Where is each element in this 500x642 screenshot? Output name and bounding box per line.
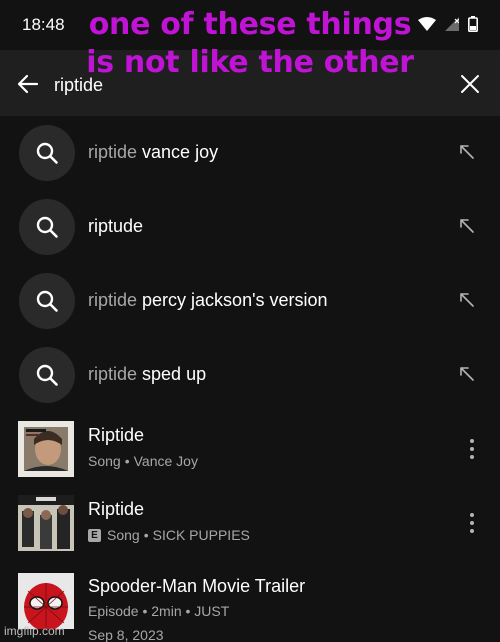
search-icon-badge [19, 125, 75, 181]
album-art-image [18, 421, 74, 477]
back-button[interactable] [14, 70, 42, 98]
suggestion-completion: percy jackson's version [137, 290, 328, 310]
dot [470, 521, 474, 525]
result-date: Sep 8, 2023 [88, 627, 164, 642]
dot [470, 529, 474, 533]
episode-art-image [18, 573, 74, 629]
suggestion-query-part: riptide [88, 290, 138, 310]
result-subtitle: Song • Vance Joy [88, 453, 198, 469]
suggestion-completion: riptude [88, 216, 144, 236]
suggestion-item[interactable]: riptide sped up [0, 338, 500, 412]
search-icon [36, 216, 58, 238]
album-art-thumbnail [18, 421, 74, 477]
album-art-thumbnail [18, 495, 74, 551]
song-result-item[interactable]: Riptide Song • Vance Joy [0, 421, 500, 495]
result-subtitle: Episode • 2min • JUST [88, 603, 230, 619]
more-options-button[interactable] [462, 509, 482, 537]
result-title: Riptide [88, 499, 145, 519]
search-icon [36, 142, 58, 164]
dot [470, 439, 474, 443]
explicit-badge: E [88, 528, 101, 542]
clear-search-button[interactable] [456, 70, 484, 98]
arrow-up-left-icon [460, 145, 474, 159]
search-icon [36, 290, 58, 312]
arrow-up-left-icon [460, 293, 474, 307]
suggestion-text: riptide vance joy [88, 142, 218, 163]
status-time: 18:48 [22, 15, 65, 34]
result-artist: Vance Joy [133, 453, 198, 469]
episode-result-item[interactable]: Spooder-Man Movie Trailer Episode • 2min… [0, 569, 500, 642]
wifi-icon [418, 17, 436, 31]
separator-dot: • [143, 527, 149, 543]
search-input[interactable] [54, 72, 434, 98]
separator-dot: • [124, 453, 130, 469]
search-icon-badge [19, 273, 75, 329]
fill-query-button[interactable] [454, 287, 480, 313]
arrow-up-left-icon [460, 219, 474, 233]
arrow-left-icon [17, 74, 39, 94]
imgflip-watermark: imgflip.com [4, 624, 65, 638]
suggestion-completion: sped up [137, 364, 207, 384]
dot [470, 447, 474, 451]
search-icon-badge [19, 347, 75, 403]
more-options-button[interactable] [462, 435, 482, 463]
system-icons [418, 16, 478, 32]
fill-query-button[interactable] [454, 213, 480, 239]
suggestion-text: riptide percy jackson's version [88, 290, 328, 311]
fill-query-button[interactable] [454, 139, 480, 165]
suggestion-item[interactable]: riptude [0, 190, 500, 264]
suggestion-text: riptide sped up [88, 364, 206, 385]
suggestion-item[interactable]: riptide vance joy [0, 116, 500, 190]
result-type: Song [88, 453, 121, 469]
suggestion-text: riptude [88, 216, 143, 237]
search-header [0, 50, 500, 116]
search-icon [36, 364, 58, 386]
close-icon [461, 75, 479, 93]
result-artist: SICK PUPPIES [152, 527, 250, 543]
suggestion-query-part: riptide [88, 142, 138, 162]
suggestion-item[interactable]: riptide percy jackson's version [0, 264, 500, 338]
suggestion-completion: vance joy [137, 142, 219, 162]
result-title: Spooder-Man Movie Trailer [88, 576, 306, 596]
album-art-image [18, 495, 74, 551]
result-title: Riptide [88, 425, 145, 445]
signal-icon [445, 17, 459, 31]
suggestion-query-part: riptide [88, 364, 138, 384]
dot [470, 513, 474, 517]
episode-art-thumbnail [18, 573, 74, 629]
battery-icon [468, 16, 478, 32]
fill-query-button[interactable] [454, 361, 480, 387]
arrow-up-left-icon [460, 367, 474, 381]
song-result-item[interactable]: Riptide E Song • SICK PUPPIES [0, 495, 500, 569]
search-icon-badge [19, 199, 75, 255]
result-type: Song [107, 527, 140, 543]
result-subtitle: E Song • SICK PUPPIES [88, 527, 250, 543]
status-bar: 18:48 [0, 0, 500, 50]
dot [470, 455, 474, 459]
